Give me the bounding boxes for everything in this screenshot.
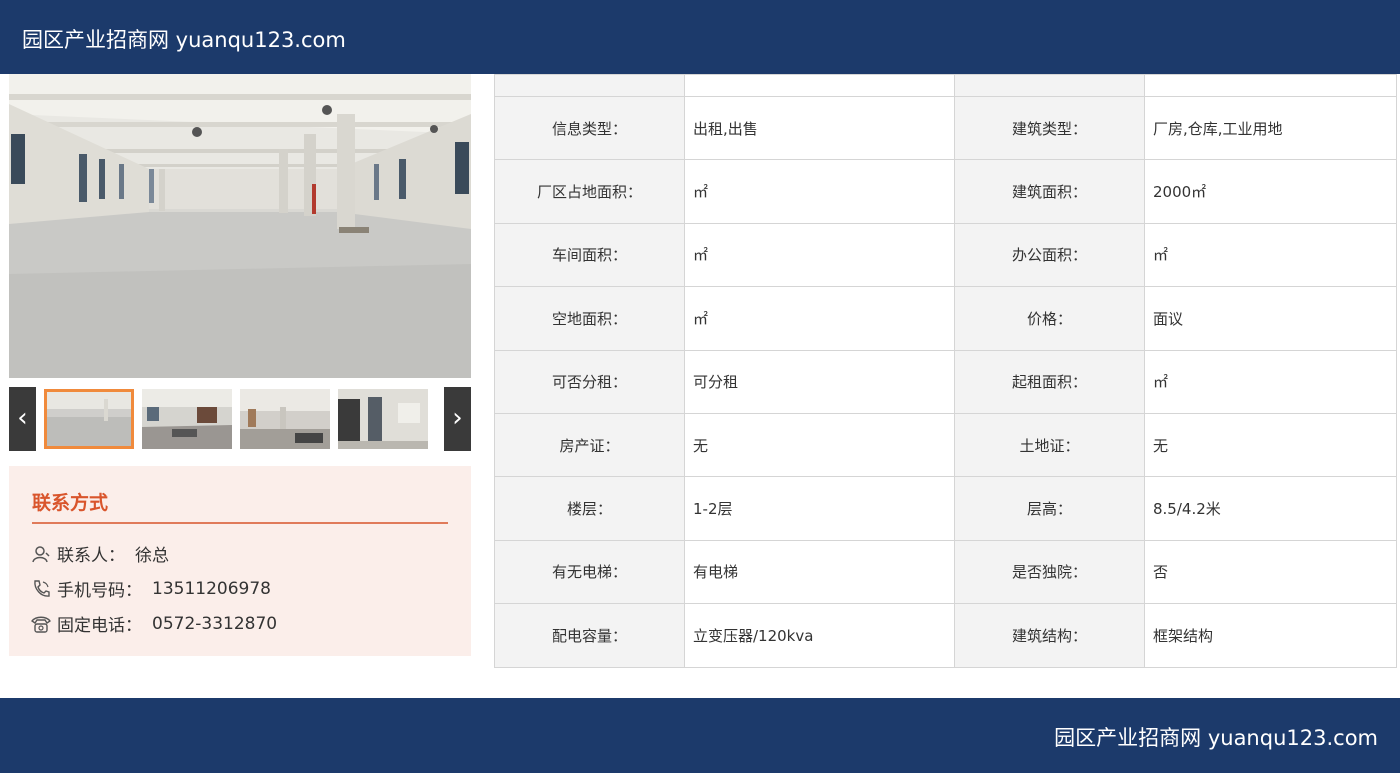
contact-mobile-value[interactable]: 13511206978 xyxy=(152,579,271,599)
detail-label: 办公面积： xyxy=(954,222,1145,288)
detail-value: 可分租 xyxy=(684,349,955,414)
bottom-banner: 园区产业招商网 yuanqu123.com xyxy=(0,698,1400,773)
detail-label: 建筑面积： xyxy=(954,159,1145,224)
detail-value: 面议 xyxy=(1144,286,1397,351)
site-brand[interactable]: 园区产业招商网 yuanqu123.com xyxy=(22,24,346,54)
contact-person-row: 联系人： 徐总 xyxy=(31,541,169,566)
detail-value: 有电梯 xyxy=(684,539,955,605)
detail-label: 配电容量： xyxy=(494,603,685,668)
detail-label: 土地证： xyxy=(954,412,1145,478)
table-row: 车间面积： ㎡ 办公面积： ㎡ xyxy=(494,222,1397,288)
gallery-prev-button[interactable]: ‹ xyxy=(9,387,36,451)
thumb-image xyxy=(44,389,134,449)
detail-label: 起租面积： xyxy=(954,349,1145,414)
detail-label: 信息类型： xyxy=(494,95,685,161)
contact-title: 联系方式 xyxy=(32,492,109,514)
gallery-thumb-1[interactable] xyxy=(44,389,134,449)
detail-label: 建筑结构： xyxy=(954,603,1145,668)
detail-label: 建筑类型： xyxy=(954,95,1145,161)
warehouse-interior-image xyxy=(9,74,471,378)
detail-value: ㎡ xyxy=(684,222,955,288)
detail-label: 空地面积： xyxy=(494,286,685,351)
gallery-thumb-4[interactable] xyxy=(338,389,428,449)
detail-value: 无 xyxy=(684,412,955,478)
person-icon xyxy=(31,544,51,564)
contact-divider xyxy=(32,522,448,524)
detail-label: 厂区占地面积： xyxy=(494,159,685,224)
table-cell xyxy=(1144,74,1397,97)
table-row: 厂区占地面积： ㎡ 建筑面积： 2000㎡ xyxy=(494,159,1397,224)
detail-label: 层高： xyxy=(954,476,1145,541)
detail-value: ㎡ xyxy=(1144,222,1397,288)
detail-label: 是否独院： xyxy=(954,539,1145,605)
detail-value: 厂房,仓库,工业用地 xyxy=(1144,95,1397,161)
contact-phone-row: 固定电话： 0572-3312870 xyxy=(30,611,277,636)
top-banner: 园区产业招商网 yuanqu123.com xyxy=(0,0,1400,74)
detail-label: 车间面积： xyxy=(494,222,685,288)
detail-label: 价格： xyxy=(954,286,1145,351)
table-row: 房产证： 无 土地证： 无 xyxy=(494,412,1397,478)
detail-value: 1-2层 xyxy=(684,476,955,541)
detail-value: 无 xyxy=(1144,412,1397,478)
detail-value: 8.5/4.2米 xyxy=(1144,476,1397,541)
table-row: 信息类型： 出租,出售 建筑类型： 厂房,仓库,工业用地 xyxy=(494,95,1397,161)
photo-gallery: ‹ › xyxy=(9,387,471,451)
detail-value: ㎡ xyxy=(684,159,955,224)
gallery-thumb-2[interactable] xyxy=(142,389,232,449)
contact-mobile-row: 手机号码： 13511206978 xyxy=(31,576,271,601)
property-details-table: 信息类型： 出租,出售 建筑类型： 厂房,仓库,工业用地 厂区占地面积： ㎡ 建… xyxy=(494,74,1397,668)
thumb-image xyxy=(240,389,330,449)
detail-value: 框架结构 xyxy=(1144,603,1397,668)
table-row: 配电容量： 立变压器/120kva 建筑结构： 框架结构 xyxy=(494,603,1397,668)
table-row: 空地面积： ㎡ 价格： 面议 xyxy=(494,286,1397,351)
contact-person-value: 徐总 xyxy=(135,546,169,566)
contact-person-label: 联系人： xyxy=(57,546,125,566)
table-row: 可否分租： 可分租 起租面积： ㎡ xyxy=(494,349,1397,414)
site-brand[interactable]: 园区产业招商网 yuanqu123.com xyxy=(1054,722,1378,752)
detail-label: 房产证： xyxy=(494,412,685,478)
table-cell xyxy=(494,74,685,97)
detail-value: 2000㎡ xyxy=(1144,159,1397,224)
detail-label: 可否分租： xyxy=(494,349,685,414)
telephone-icon xyxy=(30,614,52,634)
gallery-thumb-3[interactable] xyxy=(240,389,330,449)
table-cell xyxy=(954,74,1145,97)
table-row xyxy=(494,74,1397,97)
detail-value: 立变压器/120kva xyxy=(684,603,955,668)
thumb-image xyxy=(142,389,232,449)
detail-value: 出租,出售 xyxy=(684,95,955,161)
detail-label: 楼层： xyxy=(494,476,685,541)
detail-label: 有无电梯： xyxy=(494,539,685,605)
table-row: 有无电梯： 有电梯 是否独院： 否 xyxy=(494,539,1397,605)
table-row: 楼层： 1-2层 层高： 8.5/4.2米 xyxy=(494,476,1397,541)
contact-mobile-label: 手机号码： xyxy=(57,581,142,601)
thumb-image xyxy=(338,389,428,449)
contact-phone-label: 固定电话： xyxy=(57,616,142,636)
detail-value: ㎡ xyxy=(1144,349,1397,414)
detail-value: ㎡ xyxy=(684,286,955,351)
phone-handset-icon xyxy=(31,579,51,599)
main-property-photo[interactable] xyxy=(9,74,471,378)
contact-phone-value[interactable]: 0572-3312870 xyxy=(152,614,277,634)
contact-card: 联系方式 联系人： 徐总 手机号码： 13511206978 固定电话： 057… xyxy=(9,466,471,656)
detail-value: 否 xyxy=(1144,539,1397,605)
gallery-next-button[interactable]: › xyxy=(444,387,471,451)
table-cell xyxy=(684,74,955,97)
